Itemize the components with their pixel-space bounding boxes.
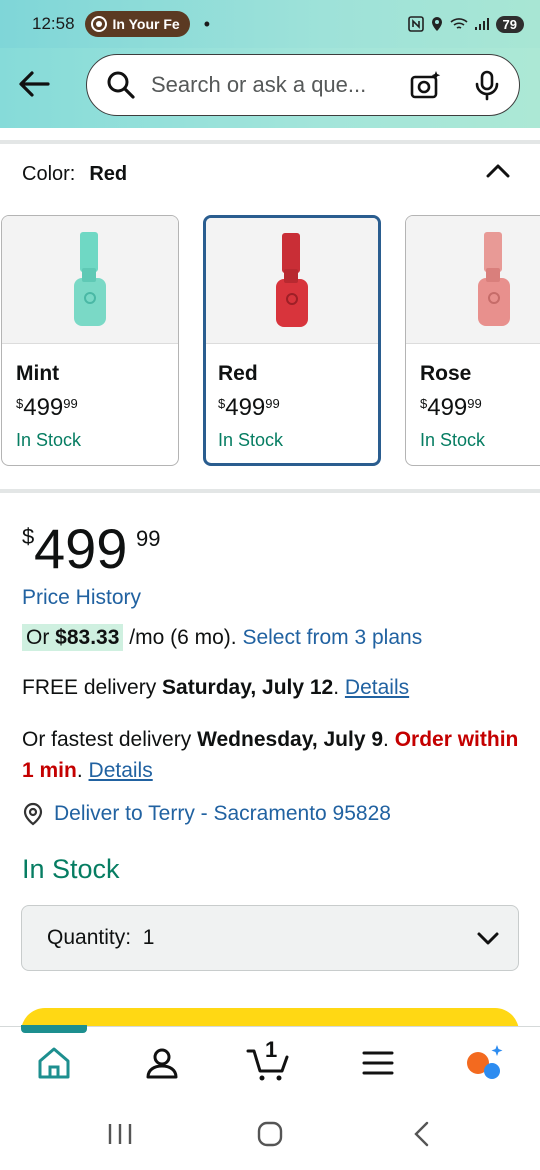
- search-input[interactable]: Search or ask a que...: [151, 72, 409, 98]
- product-thumbnail: [406, 216, 540, 344]
- cart-icon[interactable]: 1: [246, 1037, 292, 1083]
- signal-icon: [474, 18, 489, 30]
- color-option-price: $49999: [218, 394, 280, 421]
- quantity-text: Quantity: 1: [47, 926, 155, 949]
- color-option-price: $49999: [420, 394, 482, 421]
- color-option-mint[interactable]: Mint $49999 In Stock: [1, 215, 179, 466]
- fast-delivery-info: Or fastest delivery Wednesday, July 9. O…: [22, 728, 519, 782]
- color-selector-header[interactable]: Color: Red: [22, 163, 127, 186]
- availability-status: In Stock: [22, 854, 120, 884]
- status-time: 12:58: [32, 14, 75, 33]
- quantity-dropdown[interactable]: Quantity: 1: [21, 905, 519, 971]
- notification-dot-icon: •: [203, 13, 211, 34]
- color-label: Color:: [22, 163, 76, 185]
- color-option-name: Red: [218, 362, 258, 385]
- color-option-rose[interactable]: Rose $49999 In Stock: [405, 215, 540, 466]
- rufus-assistant-icon[interactable]: [464, 1043, 504, 1083]
- price-whole: 499: [34, 517, 128, 580]
- product-thumbnail: [2, 216, 178, 344]
- color-option-stock: In Stock: [218, 430, 284, 450]
- app-header: Search or ask a que...: [0, 48, 540, 128]
- home-button-icon[interactable]: [256, 1120, 284, 1148]
- product-thumbnail: [206, 218, 378, 344]
- section-divider: [0, 140, 540, 144]
- bottom-navigation: 1: [0, 1026, 540, 1100]
- home-icon[interactable]: [34, 1043, 74, 1083]
- nfc-icon: [407, 16, 424, 32]
- color-option-stock: In Stock: [420, 430, 486, 450]
- select-plans-link[interactable]: Select from 3 plans: [242, 626, 422, 649]
- cart-count: 1: [265, 1037, 278, 1062]
- back-button-icon[interactable]: [408, 1120, 436, 1148]
- recent-apps-icon[interactable]: [106, 1120, 134, 1148]
- color-swatch-carousel[interactable]: Mint $49999 In Stock Red $49999 In Stock…: [0, 215, 540, 467]
- back-arrow-icon[interactable]: [14, 66, 54, 102]
- record-icon: [90, 16, 107, 32]
- installment-offer: Or $83.33 /mo (6 mo). Select from 3 plan…: [22, 624, 422, 651]
- wifi-icon: [449, 18, 468, 29]
- free-delivery-info: FREE delivery Saturday, July 12. Details: [22, 676, 410, 699]
- chevron-up-icon[interactable]: [484, 160, 512, 182]
- color-option-red[interactable]: Red $49999 In Stock: [203, 215, 381, 466]
- status-bar: 12:58 In Your Fe • 79: [0, 0, 540, 48]
- deliver-to-text[interactable]: Deliver to Terry - Sacramento 95828: [54, 802, 391, 826]
- notification-pill-label: In Your Fe: [112, 16, 180, 32]
- battery-icon: 79: [495, 15, 524, 33]
- color-option-name: Mint: [16, 362, 60, 385]
- fast-delivery-details-link[interactable]: Details: [89, 759, 153, 782]
- price-currency: $: [22, 524, 35, 549]
- search-bar[interactable]: Search or ask a que...: [86, 54, 520, 116]
- location-pin-icon: [23, 802, 43, 826]
- notification-pill[interactable]: In Your Fe: [84, 11, 190, 37]
- menu-icon[interactable]: [358, 1043, 398, 1083]
- search-icon: [107, 71, 135, 99]
- location-icon: [431, 17, 442, 31]
- fast-delivery-date: Wednesday, July 9: [197, 728, 384, 751]
- installment-badge: Or $83.33: [22, 624, 124, 651]
- selected-color: Red: [89, 163, 128, 185]
- system-navigation: [0, 1100, 540, 1170]
- price-history-link[interactable]: Price History: [22, 586, 141, 610]
- camera-search-icon[interactable]: [409, 69, 441, 101]
- installment-terms: /mo (6 mo).: [123, 626, 243, 649]
- free-delivery-date: Saturday, July 12: [162, 676, 334, 699]
- color-option-price: $49999: [16, 394, 78, 421]
- chevron-down-icon: [477, 932, 499, 945]
- delivery-details-link[interactable]: Details: [345, 676, 409, 699]
- section-divider: [0, 489, 540, 493]
- price-fraction: 99: [136, 526, 161, 551]
- color-option-stock: In Stock: [16, 430, 82, 450]
- account-icon[interactable]: [142, 1043, 182, 1083]
- microphone-icon[interactable]: [471, 69, 503, 101]
- home-active-indicator: [21, 1025, 87, 1033]
- color-option-name: Rose: [420, 362, 472, 385]
- status-icons: 79: [407, 15, 524, 33]
- deliver-to-link[interactable]: Deliver to Terry - Sacramento 95828: [22, 802, 391, 826]
